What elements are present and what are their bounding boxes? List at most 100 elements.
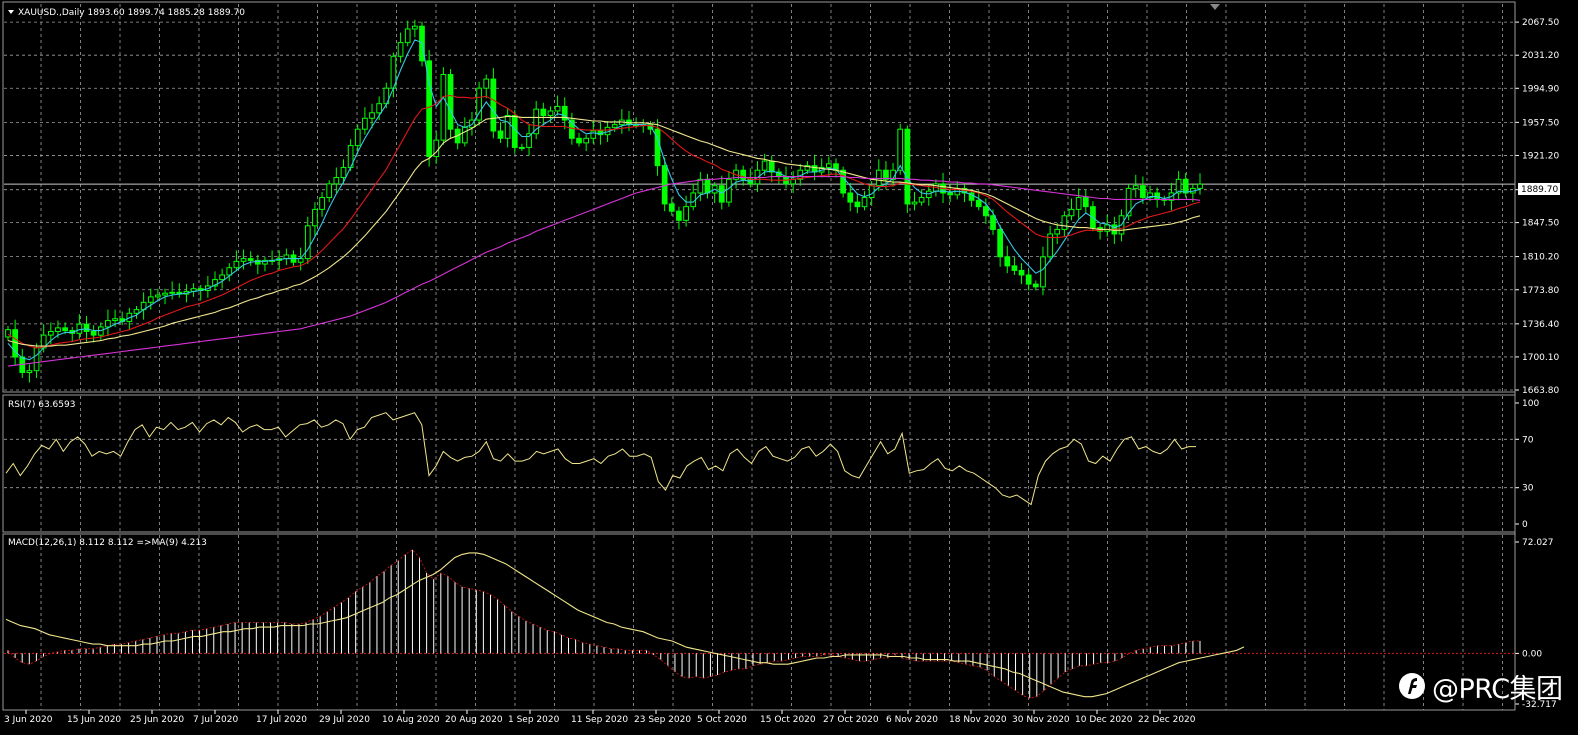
candle — [1061, 215, 1068, 230]
candle — [668, 203, 675, 212]
dropdown-triangle-icon[interactable] — [8, 10, 14, 14]
symbol-header: XAUUSD.,Daily 1893.60 1899.74 1885.28 18… — [18, 8, 245, 18]
candle — [825, 163, 832, 168]
x-tick-label: 23 Sep 2020 — [634, 715, 691, 725]
x-tick-label: 18 Nov 2020 — [949, 715, 1007, 725]
candle — [47, 330, 54, 336]
candle — [333, 176, 340, 185]
chart-canvas: 2067.502031.201994.901957.501921.201883.… — [2, 1, 1560, 725]
candle — [26, 370, 33, 374]
candle — [354, 128, 361, 147]
candle — [397, 42, 404, 57]
candle — [483, 78, 490, 89]
candle — [340, 166, 347, 178]
candle — [112, 318, 118, 322]
candle — [861, 197, 868, 208]
grid — [4, 4, 1515, 710]
x-tick-label: 27 Oct 2020 — [823, 715, 879, 725]
candle — [990, 215, 996, 230]
rsi-header: RSI(7) 63.6593 — [8, 400, 75, 410]
candle — [540, 108, 547, 117]
candle — [947, 192, 954, 196]
candle — [490, 78, 497, 132]
candle — [590, 130, 597, 139]
candle — [768, 160, 775, 173]
candle — [904, 128, 911, 205]
candle — [319, 197, 325, 210]
x-tick-label: 22 Dec 2020 — [1138, 715, 1196, 725]
candle — [226, 267, 233, 276]
candle — [1104, 224, 1111, 232]
x-tick-label: 10 Dec 2020 — [1075, 715, 1133, 725]
candle — [1068, 208, 1075, 217]
y-tick-label: 1847.50 — [1522, 219, 1559, 229]
candle — [847, 192, 854, 203]
candle — [533, 108, 540, 135]
y-tick-label: 2067.50 — [1522, 18, 1559, 28]
candle — [1140, 185, 1146, 199]
y-tick-label: 1736.40 — [1522, 320, 1559, 330]
macd-panel[interactable] — [4, 549, 1515, 699]
x-tick-label: 15 Oct 2020 — [760, 715, 816, 725]
ma-line — [7, 39, 1201, 361]
x-tick-label: 25 Jun 2020 — [130, 715, 184, 725]
y-tick-label: 1700.10 — [1522, 353, 1559, 363]
candle — [676, 210, 682, 221]
y-tick-label: 1663.80 — [1522, 386, 1559, 396]
rsi-tick-label: 100 — [1522, 399, 1539, 409]
candle — [611, 124, 618, 128]
candle — [918, 197, 925, 203]
candle — [854, 201, 861, 208]
y-tick-label: 1957.50 — [1522, 118, 1559, 128]
x-tick-label: 7 Jul 2020 — [193, 715, 238, 725]
candle — [219, 274, 225, 281]
rsi-tick-label: 70 — [1522, 435, 1534, 445]
candle — [576, 137, 582, 144]
candle — [1011, 265, 1018, 271]
x-tick-label: 30 Nov 2020 — [1012, 715, 1070, 725]
candle — [697, 178, 704, 194]
candle — [683, 206, 689, 221]
macd-tick-label: 72.027 — [1522, 538, 1554, 548]
candle — [519, 146, 525, 149]
candle — [62, 327, 68, 332]
candle — [1025, 274, 1032, 285]
candle — [1018, 269, 1025, 276]
candle — [326, 183, 333, 199]
candle — [233, 260, 240, 269]
candle — [447, 74, 454, 130]
x-tick-label: 29 Jul 2020 — [319, 715, 370, 725]
x-tick-label: 20 Aug 2020 — [445, 715, 503, 725]
y-tick-label: 1994.90 — [1522, 84, 1559, 94]
candle — [1040, 256, 1046, 288]
macd-tick-label: 0.00 — [1522, 649, 1542, 659]
candle — [868, 185, 875, 199]
candle — [1082, 197, 1089, 208]
candle — [162, 292, 168, 296]
y-tick-label: 1773.80 — [1522, 286, 1559, 296]
candle — [1132, 185, 1139, 189]
candle — [147, 296, 154, 303]
x-tick-label: 5 Oct 2020 — [697, 715, 747, 725]
x-tick-label: 17 Jul 2020 — [256, 715, 307, 725]
rsi-panel[interactable] — [5, 412, 1196, 506]
x-tick-label: 6 Nov 2020 — [886, 715, 938, 725]
candle — [76, 323, 83, 334]
candle — [583, 137, 590, 144]
chart-shift-icon[interactable] — [1210, 4, 1220, 10]
panel-frame — [2, 1, 1516, 393]
candle — [169, 291, 176, 294]
candle — [554, 105, 561, 112]
prc-logo-icon — [1399, 673, 1425, 699]
candle — [461, 126, 468, 144]
candle — [440, 74, 447, 141]
x-tick-label: 11 Sep 2020 — [571, 715, 628, 725]
candle — [997, 228, 1003, 258]
watermark: @PRC集团 — [1398, 666, 1563, 706]
candle — [133, 309, 140, 314]
candle — [1032, 283, 1039, 288]
candle — [504, 115, 511, 139]
price-panel[interactable] — [4, 19, 1515, 383]
ma-line — [7, 115, 1201, 347]
candle — [404, 28, 411, 44]
